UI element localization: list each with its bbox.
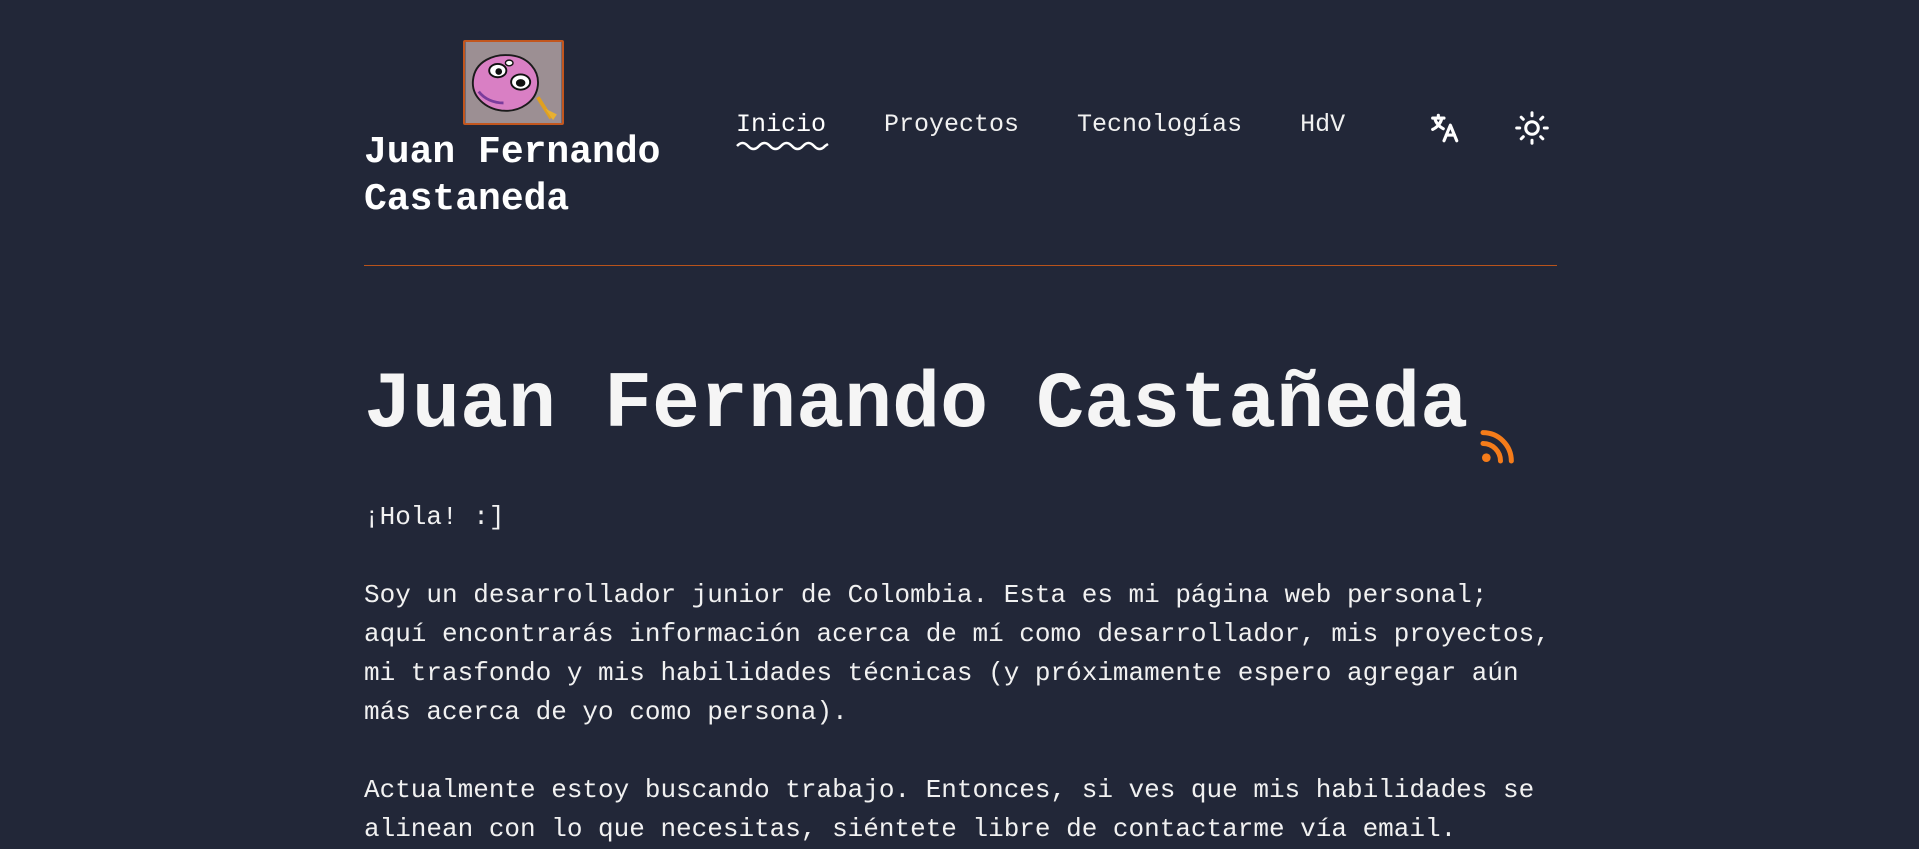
- main-content: Juan Fernando Castañeda ¡Hola! :] Soy un…: [364, 360, 1557, 844]
- site-header: Juan Fernando Castaneda Inicio Proyectos…: [364, 0, 1557, 266]
- translate-button[interactable]: [1424, 108, 1464, 148]
- rss-link[interactable]: [1478, 400, 1518, 464]
- nav-item-label: Tecnologías: [1077, 110, 1243, 139]
- job-search-paragraph: Actualmente estoy buscando trabajo. Ento…: [364, 775, 1535, 844]
- avatar-image: [465, 42, 562, 123]
- avatar-logo[interactable]: [463, 40, 564, 125]
- page-title: Juan Fernando Castañeda: [364, 360, 1557, 464]
- main-nav: Inicio Proyectos Tecnologías HdV: [736, 108, 1403, 151]
- intro-paragraph: Soy un desarrollador junior de Colombia.…: [364, 580, 1550, 727]
- rss-icon: [1480, 430, 1515, 464]
- page-title-text: Juan Fernando Castañeda: [364, 360, 1469, 451]
- active-underline: [736, 141, 829, 151]
- nav-item-hdv[interactable]: HdV: [1300, 108, 1345, 142]
- nav-item-tecnologias[interactable]: Tecnologías: [1077, 108, 1242, 142]
- theme-toggle-button[interactable]: [1512, 108, 1552, 148]
- nav-item-label: Inicio: [736, 110, 827, 139]
- translate-icon: [1431, 113, 1459, 143]
- nav-item-inicio[interactable]: Inicio: [736, 108, 829, 151]
- sun-icon: [1515, 111, 1549, 145]
- nav-item-proyectos[interactable]: Proyectos: [884, 108, 1019, 142]
- greeting-text: ¡Hola! :]: [364, 502, 505, 532]
- nav-item-label: Proyectos: [884, 110, 1020, 139]
- site-name: Juan Fernando Castaneda: [364, 131, 661, 221]
- nav-item-label: HdV: [1300, 110, 1346, 139]
- page: Juan Fernando Castaneda Inicio Proyectos…: [0, 0, 1919, 849]
